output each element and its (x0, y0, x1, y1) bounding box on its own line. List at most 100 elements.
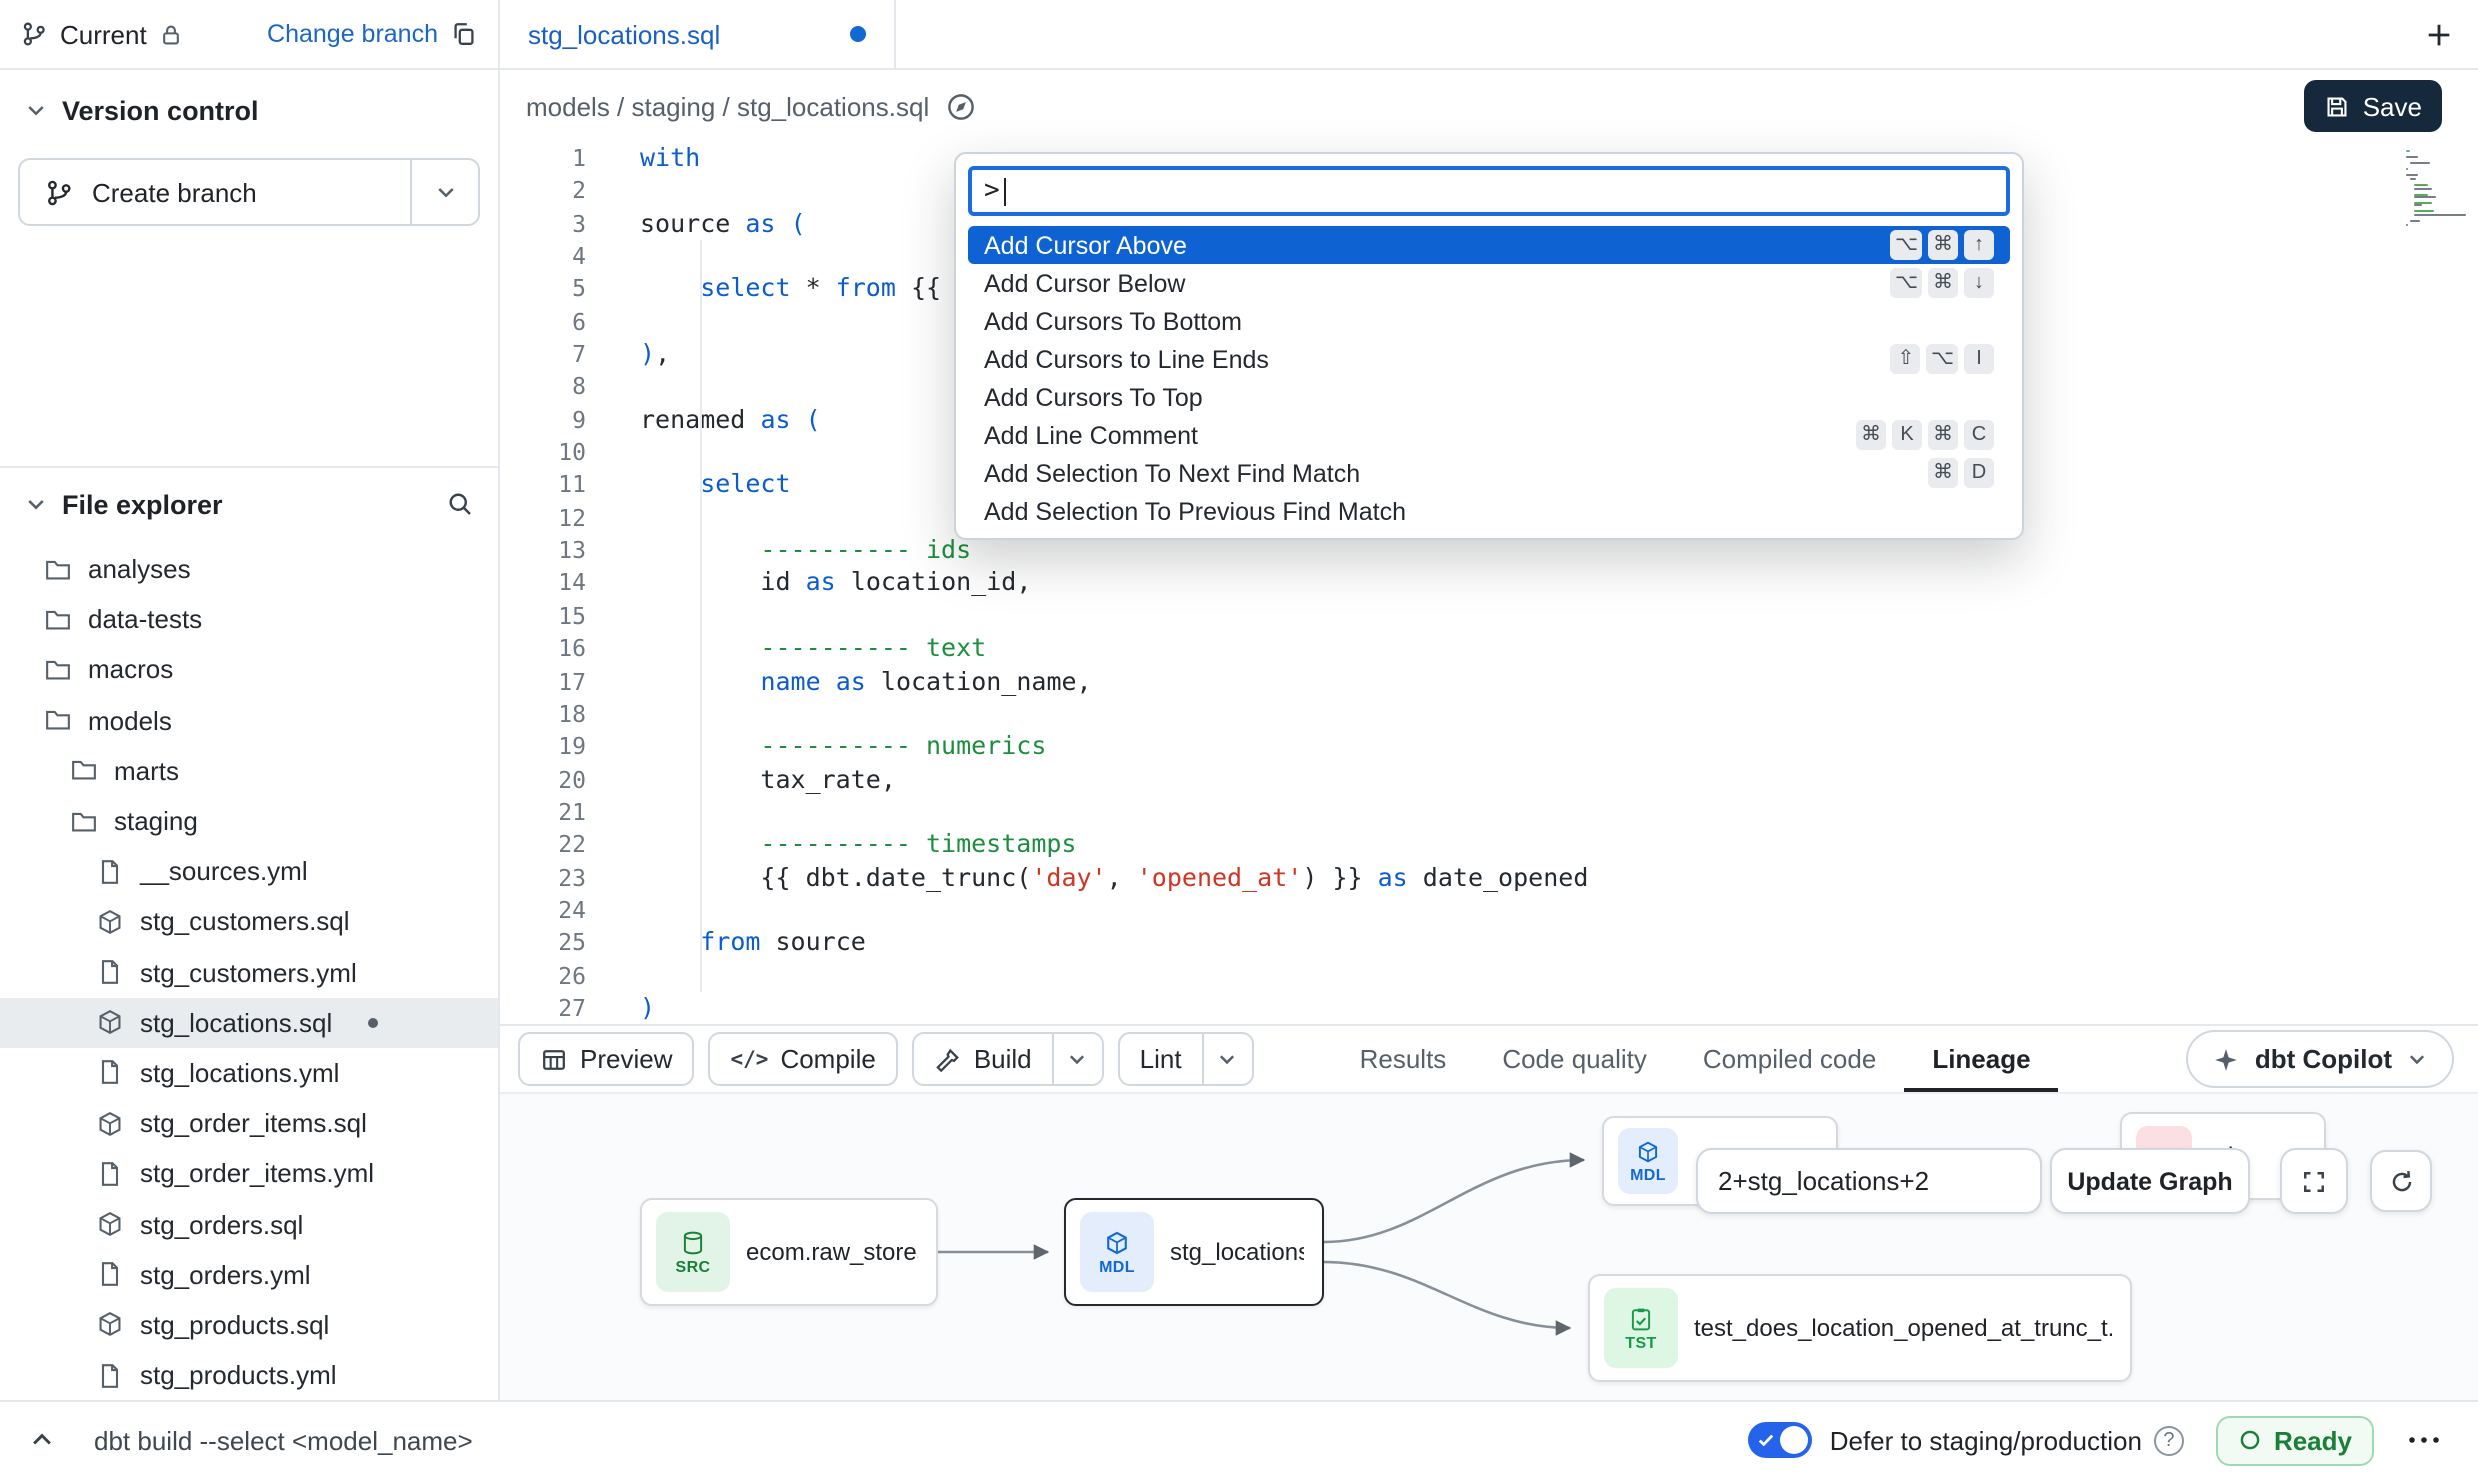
tab-stg-locations-sql[interactable]: stg_locations.sql (500, 0, 896, 68)
code-line[interactable]: 21 (500, 796, 2478, 829)
help-icon[interactable]: ? (2154, 1425, 2184, 1455)
breadcrumb: models / staging / stg_locations.sql (526, 91, 929, 121)
code-line[interactable]: 14 id as location_id, (500, 567, 2478, 600)
version-control-title: Version control (62, 95, 259, 125)
chevron-down-icon (24, 98, 48, 122)
keycap: I (1964, 344, 1994, 374)
file-item[interactable]: __sources.yml (0, 846, 498, 896)
file-explorer-header[interactable]: File explorer (0, 480, 498, 528)
code-line[interactable]: 19 ---------- numerics (500, 730, 2478, 763)
file-item[interactable]: marts (0, 746, 498, 796)
model-node-icon: MDL (1080, 1212, 1154, 1292)
version-control-header[interactable]: Version control (0, 86, 498, 134)
file-item[interactable]: data-tests (0, 594, 498, 644)
dbt-copilot-button[interactable]: dbt Copilot (2187, 1030, 2454, 1088)
create-branch-caret[interactable] (410, 160, 478, 224)
indent-guide (700, 240, 702, 992)
code-line[interactable]: 24 (500, 894, 2478, 927)
code-line[interactable]: 23 {{ dbt.date_trunc('day', 'opened_at')… (500, 861, 2478, 894)
file-item[interactable]: stg_orders.sql (0, 1199, 498, 1249)
lineage-node-test[interactable]: TST test_does_location_opened_at_trunc_t… (1588, 1274, 2132, 1382)
line-number: 10 (500, 436, 586, 469)
code-line[interactable]: 15 (500, 600, 2478, 633)
code-line[interactable]: 20 tax_rate, (500, 763, 2478, 796)
file-item[interactable]: stg_order_items.sql (0, 1098, 498, 1148)
palette-item[interactable]: Add Selection To Next Find Match⌘D (968, 454, 2010, 492)
copy-icon[interactable] (450, 20, 478, 48)
lint-caret-button[interactable] (1204, 1032, 1254, 1086)
compile-button[interactable]: </> Compile (709, 1032, 898, 1086)
file-item[interactable]: stg_customers.sql (0, 897, 498, 947)
lineage-node-source[interactable]: SRC ecom.raw_stores (640, 1198, 938, 1306)
minimap[interactable] (2406, 150, 2462, 228)
file-item[interactable]: staging (0, 796, 498, 846)
palette-item[interactable]: Add Cursors to Line Ends⇧⌥I (968, 340, 2010, 378)
lineage-selector-input[interactable]: 2+stg_locations+2 (1696, 1148, 2042, 1214)
editor-toolbar: Preview </> Compile Build Lint (500, 1024, 2478, 1094)
overflow-menu-button[interactable] (2398, 1420, 2450, 1460)
tab-code-quality[interactable]: Code quality (1474, 1026, 1675, 1092)
create-branch-button[interactable]: Create branch (18, 158, 480, 226)
file-item[interactable]: stg_orders.yml (0, 1249, 498, 1299)
preview-button[interactable]: Preview (518, 1032, 695, 1086)
model-node-icon: MDL (1618, 1128, 1678, 1194)
chevron-up-icon (28, 1426, 56, 1454)
save-button[interactable]: Save (2305, 80, 2442, 132)
palette-item[interactable]: Add Cursors To Bottom (968, 302, 2010, 340)
chevron-down-icon (433, 180, 457, 204)
file-label: stg_customers.sql (140, 907, 350, 937)
file-item[interactable]: analyses (0, 544, 498, 594)
tab-results[interactable]: Results (1332, 1026, 1475, 1092)
file-item[interactable]: models (0, 695, 498, 745)
palette-item[interactable]: Add Line Comment⌘K⌘C (968, 416, 2010, 454)
code-text: {{ dbt.date_trunc('day', 'opened_at') }}… (640, 861, 1588, 894)
code-line[interactable]: 26 (500, 959, 2478, 992)
palette-item[interactable]: Add Cursor Above⌥⌘↑ (968, 226, 2010, 264)
line-number: 6 (500, 305, 586, 338)
command-palette-list: Add Cursor Above⌥⌘↑Add Cursor Below⌥⌘↓Ad… (968, 226, 2010, 530)
file-item[interactable]: stg_products.yml (0, 1350, 498, 1400)
file-item[interactable]: stg_locations.yml (0, 1048, 498, 1098)
build-button[interactable]: Build (912, 1032, 1054, 1086)
file-item[interactable]: stg_locations.sql (0, 997, 498, 1047)
code-line[interactable]: 17 name as location_name, (500, 665, 2478, 698)
minimap-bar (2406, 150, 2410, 152)
palette-item[interactable]: Add Cursor Below⌥⌘↓ (968, 264, 2010, 302)
folder-icon (44, 706, 72, 734)
change-branch-link[interactable]: Change branch (267, 20, 438, 48)
lineage-node-stg-locations[interactable]: MDL stg_locations (1064, 1198, 1324, 1306)
code-text: select * from {{ sou (640, 273, 1001, 306)
code-line[interactable]: 18 (500, 698, 2478, 731)
palette-item[interactable]: Add Selection To Previous Find Match (968, 492, 2010, 530)
keycap: ⌘ (1856, 420, 1886, 450)
palette-item[interactable]: Add Cursors To Top (968, 378, 2010, 416)
code-line[interactable]: 27) (500, 992, 2478, 1024)
status-badge[interactable]: Ready (2216, 1415, 2374, 1465)
search-icon[interactable] (446, 490, 474, 518)
node-badge: MDL (1630, 1165, 1666, 1183)
fullscreen-button[interactable] (2280, 1148, 2348, 1214)
file-item[interactable]: stg_order_items.yml (0, 1149, 498, 1199)
update-graph-button[interactable]: Update Graph (2050, 1148, 2250, 1214)
lineage-panel: MDL atio SRC ecom.raw_stores (500, 1094, 2478, 1400)
file-item[interactable]: stg_customers.yml (0, 947, 498, 997)
code-line[interactable]: 22 ---------- timestamps (500, 828, 2478, 861)
refresh-button[interactable] (2370, 1150, 2432, 1212)
code-line[interactable]: 16 ---------- text (500, 632, 2478, 665)
tab-compiled-code[interactable]: Compiled code (1675, 1026, 1904, 1092)
expand-panel-button[interactable] (28, 1426, 56, 1454)
defer-toggle[interactable] (1748, 1422, 1812, 1458)
file-label: analyses (88, 554, 191, 584)
lint-button[interactable]: Lint (1118, 1032, 1204, 1086)
command-palette-input[interactable]: > (968, 166, 2010, 216)
file-item[interactable]: stg_products.sql (0, 1300, 498, 1350)
create-branch-main[interactable]: Create branch (20, 160, 410, 224)
shortcut-keys: ⌥⌘↓ (1885, 268, 1994, 298)
code-line[interactable]: 25 from source (500, 927, 2478, 960)
file-item[interactable]: macros (0, 645, 498, 695)
build-caret-button[interactable] (1054, 1032, 1104, 1086)
dbt-copilot-label: dbt Copilot (2255, 1044, 2392, 1074)
new-tab-button[interactable] (2424, 19, 2454, 49)
tab-lineage[interactable]: Lineage (1904, 1026, 2058, 1092)
compass-icon[interactable] (945, 91, 975, 121)
